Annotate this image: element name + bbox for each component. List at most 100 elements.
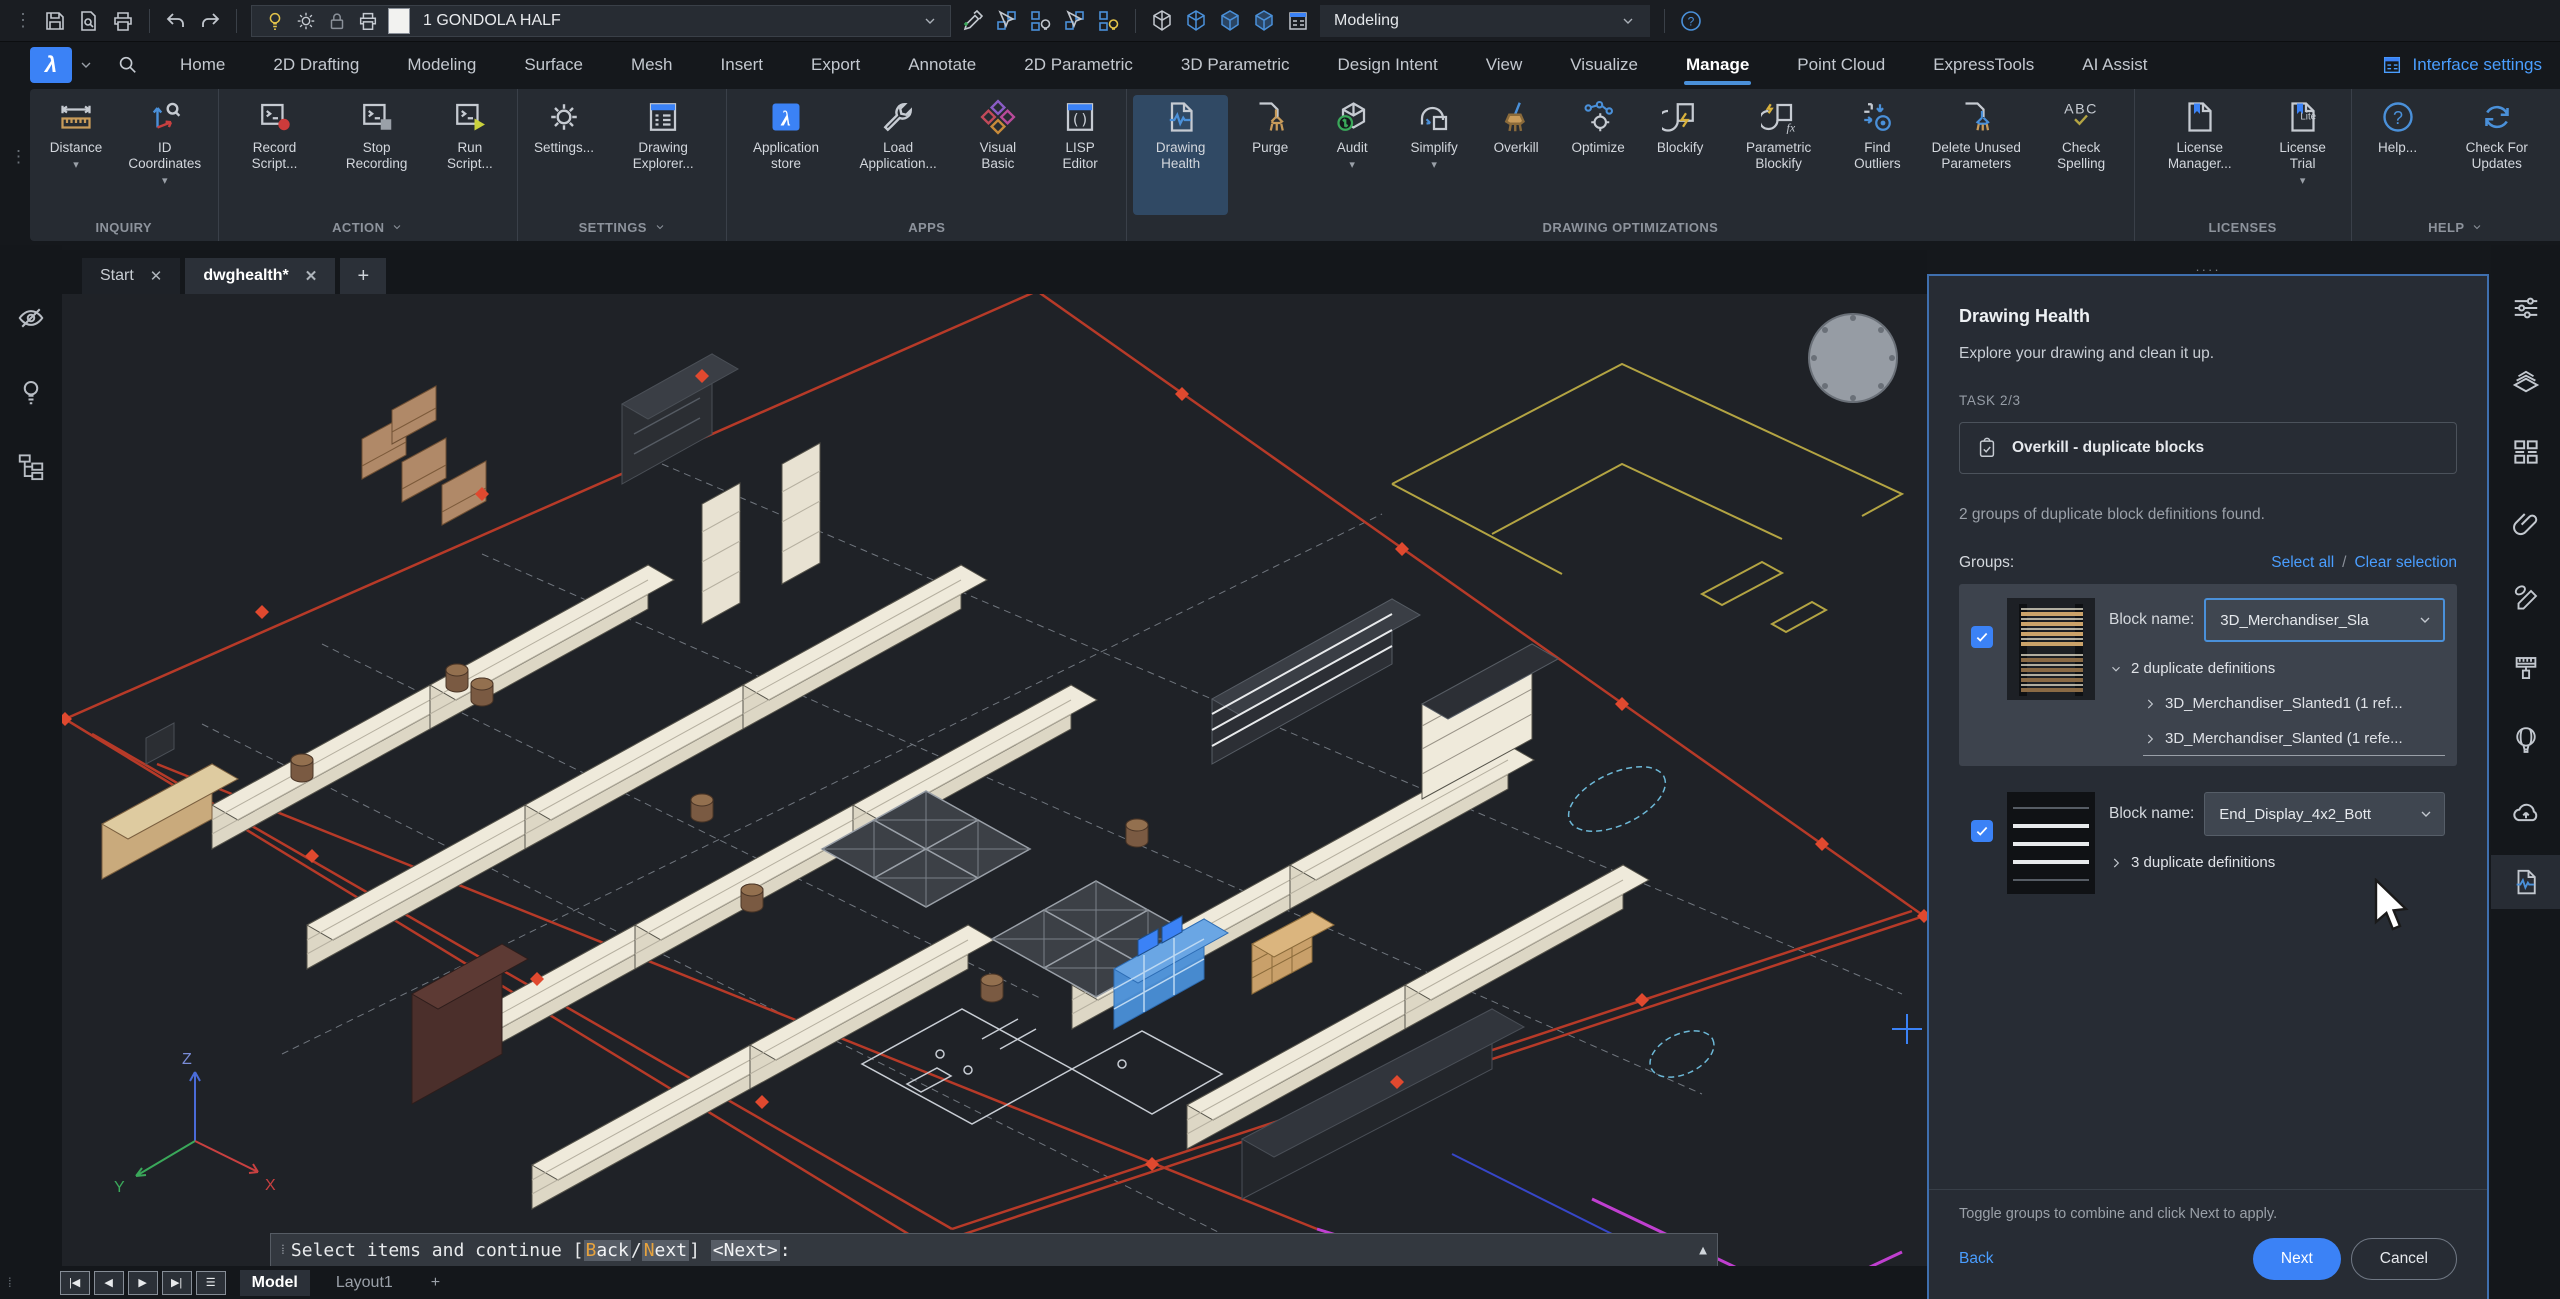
- tab-manage[interactable]: Manage: [1684, 47, 1752, 85]
- select-all-link[interactable]: Select all: [2271, 554, 2334, 572]
- group-checkbox[interactable]: [1971, 626, 1993, 648]
- dropdown-caret[interactable]: ▾: [1349, 158, 1355, 171]
- layers-icon[interactable]: [2511, 365, 2541, 395]
- toolbar-grip[interactable]: ⋮: [14, 10, 33, 31]
- select-similar-icon[interactable]: [995, 9, 1019, 33]
- hidden-cube-icon[interactable]: [1184, 9, 1208, 33]
- tab-expresstools[interactable]: ExpressTools: [1931, 47, 2036, 83]
- sheets-render-icon[interactable]: [2511, 581, 2541, 611]
- panel-drag-handle[interactable]: ····: [2195, 262, 2220, 277]
- command-history-caret[interactable]: ▲: [1699, 1243, 1707, 1258]
- doc-tab-start[interactable]: Start ✕: [82, 258, 181, 294]
- cancel-button[interactable]: Cancel: [2350, 1238, 2457, 1280]
- tab-point-cloud[interactable]: Point Cloud: [1795, 47, 1887, 83]
- clear-selection-link[interactable]: Clear selection: [2354, 554, 2457, 572]
- duplicate-definitions-toggle[interactable]: 3 duplicate definitions: [2109, 854, 2445, 871]
- attachments-paperclip-icon[interactable]: [2511, 509, 2541, 539]
- close-icon[interactable]: ✕: [305, 267, 318, 285]
- ribbon-item-drawing-explorer[interactable]: Drawing Explorer...: [606, 95, 720, 215]
- layout-list-icon[interactable]: ☰: [195, 1270, 226, 1295]
- new-layout-button[interactable]: +: [419, 1270, 452, 1296]
- ribbon-item-stop-recording[interactable]: Stop Recording: [327, 95, 427, 215]
- tab-2d-drafting[interactable]: 2D Drafting: [271, 47, 361, 83]
- ribbon-item-help[interactable]: Help...: [2358, 95, 2438, 215]
- ribbon-item-distance[interactable]: Distance ▾: [36, 95, 116, 215]
- tab-2d-parametric[interactable]: 2D Parametric: [1022, 47, 1135, 83]
- blocks-grid-icon[interactable]: [2511, 437, 2541, 467]
- ribbon-item-application-store[interactable]: Application store: [733, 95, 838, 215]
- tab-modeling[interactable]: Modeling: [405, 47, 478, 83]
- last-layout-button[interactable]: ▶|: [161, 1270, 192, 1295]
- block-name-select[interactable]: 3D_Merchandiser_Sla: [2204, 598, 2445, 642]
- ribbon-grip[interactable]: ⋮: [10, 147, 27, 167]
- save-icon[interactable]: [43, 9, 67, 33]
- unisolate-objects-icon[interactable]: [1097, 9, 1121, 33]
- hide-objects-icon[interactable]: [16, 303, 46, 333]
- ribbon-item-visual-basic[interactable]: Visual Basic: [958, 95, 1038, 215]
- ribbon-item-lisp-editor[interactable]: LISP Editor: [1040, 95, 1120, 215]
- dropdown-caret[interactable]: ▾: [162, 174, 168, 187]
- tab-export[interactable]: Export: [809, 47, 862, 83]
- tab-annotate[interactable]: Annotate: [906, 47, 978, 83]
- structure-tree-icon[interactable]: [16, 451, 46, 481]
- layout-tab-layout1[interactable]: Layout1: [324, 1270, 405, 1296]
- next-layout-button[interactable]: ▶: [127, 1270, 158, 1295]
- search-icon[interactable]: [116, 54, 138, 76]
- tab-view[interactable]: View: [1484, 47, 1525, 83]
- ribbon-item-parametric-blockify[interactable]: Parametric Blockify: [1722, 95, 1835, 215]
- ribbon-item-drawing-health[interactable]: Drawing Health: [1133, 95, 1229, 215]
- isolate-objects-icon[interactable]: [1029, 9, 1053, 33]
- light-bulb-icon[interactable]: [16, 377, 46, 407]
- block-name-select[interactable]: End_Display_4x2_Bott: [2204, 792, 2445, 836]
- ribbon-item-simplify[interactable]: Simplify ▾: [1394, 95, 1474, 215]
- tab-design-intent[interactable]: Design Intent: [1336, 47, 1440, 83]
- realistic-cube-icon[interactable]: [1252, 9, 1276, 33]
- cloud-upload-icon[interactable]: [2511, 797, 2541, 827]
- next-button[interactable]: Next: [2252, 1238, 2341, 1280]
- ribbon-item-blockify[interactable]: Blockify: [1640, 95, 1720, 215]
- deselect-icon[interactable]: [1063, 9, 1087, 33]
- layout-tab-model[interactable]: Model: [239, 1269, 310, 1296]
- help-icon[interactable]: [1679, 9, 1703, 33]
- drawing-properties-selector[interactable]: 1 GONDOLA HALF: [251, 4, 951, 37]
- group-checkbox[interactable]: [1971, 820, 1993, 842]
- close-icon[interactable]: ✕: [150, 267, 163, 285]
- duplicate-definitions-toggle[interactable]: 2 duplicate definitions: [2109, 660, 2445, 677]
- ribbon-group-label[interactable]: ACTION: [225, 215, 511, 239]
- ribbon-item-id-coordinates[interactable]: ID Coordinates ▾: [118, 95, 212, 215]
- ribbon-group-label[interactable]: HELP: [2358, 215, 2554, 239]
- ribbon-item-check-for-updates[interactable]: Check For Updates: [2440, 95, 2554, 215]
- first-layout-button[interactable]: |◀: [59, 1270, 90, 1295]
- ribbon-item-settings[interactable]: Settings...: [524, 95, 604, 215]
- interface-settings-button[interactable]: Interface settings: [2381, 54, 2542, 76]
- command-line[interactable]: ⁞ Select items and continue [Back / Next] …: [270, 1233, 1718, 1267]
- render-balloon-icon[interactable]: [2511, 725, 2541, 755]
- ribbon-item-load-application[interactable]: Load Application...: [841, 95, 956, 215]
- tab-mesh[interactable]: Mesh: [629, 47, 675, 83]
- dropdown-caret[interactable]: ▾: [1431, 158, 1437, 171]
- ribbon-item-find-outliers[interactable]: Find Outliers: [1837, 95, 1918, 215]
- duplicate-definition-item[interactable]: 3D_Merchandiser_Slanted1 (1 ref...: [2143, 695, 2445, 712]
- plot-icon[interactable]: [111, 9, 135, 33]
- back-button[interactable]: Back: [1959, 1250, 1993, 1268]
- ribbon-item-license-manager[interactable]: License Manager...: [2141, 95, 2259, 215]
- hatch-paint-icon[interactable]: [2511, 653, 2541, 683]
- ribbon-item-optimize[interactable]: Optimize: [1558, 95, 1638, 215]
- wireframe-cube-icon[interactable]: [1150, 9, 1174, 33]
- file-search-icon[interactable]: [77, 9, 101, 33]
- workspace-selector[interactable]: Modeling: [1320, 4, 1650, 37]
- app-logo[interactable]: λ: [30, 46, 72, 83]
- ribbon-item-license-trial[interactable]: License Trial ▾: [2261, 95, 2345, 215]
- redo-icon[interactable]: [198, 9, 222, 33]
- properties-sliders-icon[interactable]: [2511, 293, 2541, 323]
- duplicate-definition-item[interactable]: 3D_Merchandiser_Slanted (1 refe...: [2143, 730, 2445, 756]
- tab-insert[interactable]: Insert: [719, 47, 766, 83]
- drawing-viewport[interactable]: Z Y X: [58, 289, 1931, 1299]
- ribbon-group-label[interactable]: SETTINGS: [524, 215, 720, 239]
- new-document-tab-button[interactable]: +: [340, 258, 387, 294]
- ribbon-item-audit[interactable]: Audit ▾: [1312, 95, 1392, 215]
- undo-icon[interactable]: [164, 9, 188, 33]
- tab-surface[interactable]: Surface: [522, 47, 585, 83]
- ribbon-item-purge[interactable]: Purge: [1230, 95, 1310, 215]
- ribbon-item-overkill[interactable]: Overkill: [1476, 95, 1556, 215]
